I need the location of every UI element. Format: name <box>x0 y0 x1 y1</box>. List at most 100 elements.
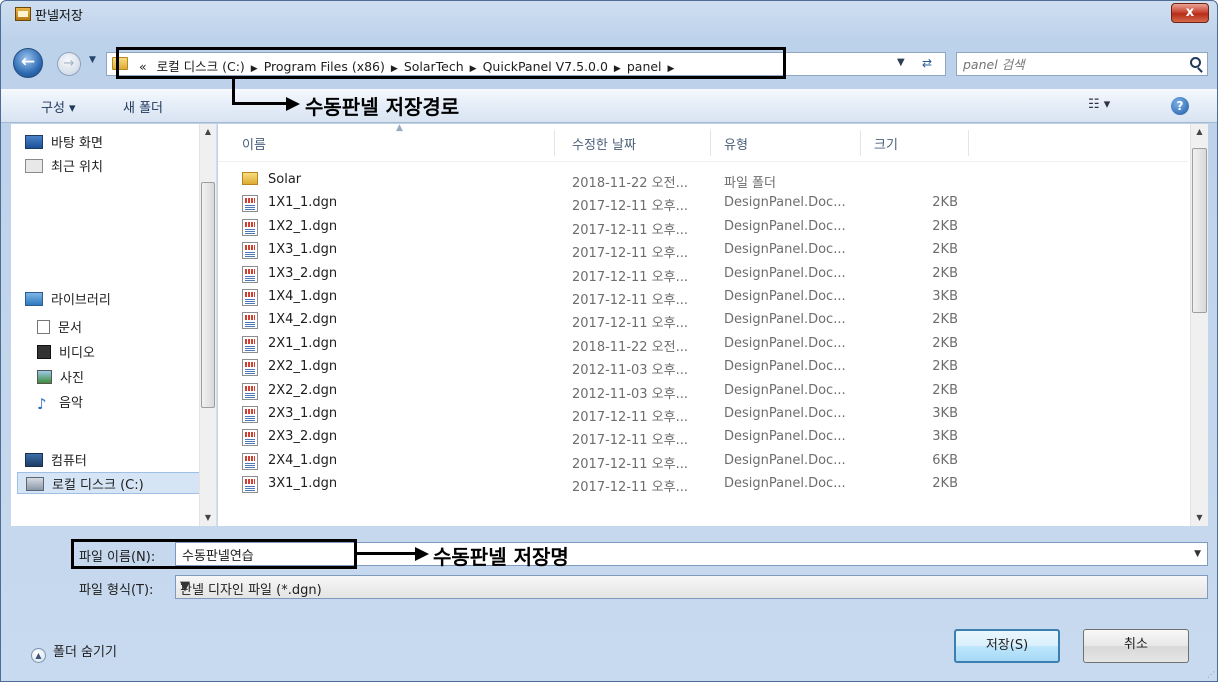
file-list-scroll-thumb[interactable] <box>1192 148 1207 313</box>
dgn-file-icon <box>242 382 258 400</box>
scroll-down-icon[interactable]: ▼ <box>1191 510 1208 526</box>
column-divider[interactable] <box>554 130 555 156</box>
scroll-down-icon[interactable]: ▼ <box>200 510 216 526</box>
video-icon <box>37 345 51 359</box>
table-row[interactable]: 1X4_2.dgn 2017-12-11 오후... DesignPanel.Doc… <box>218 309 1188 332</box>
file-name-cell: 1X3_1.dgn <box>268 242 338 258</box>
column-divider[interactable] <box>968 130 969 156</box>
new-folder-button[interactable]: 새 폴더 <box>123 97 163 116</box>
nav-item-computer[interactable]: 컴퓨터 <box>25 450 87 472</box>
date-modified-cell: 2017-12-11 오후... <box>572 480 688 496</box>
file-size-cell: 6KB <box>932 452 958 468</box>
nav-scrollbar[interactable]: ▲ ▼ <box>199 124 216 526</box>
date-modified-cell: 2017-12-11 오후... <box>572 292 688 308</box>
dgn-file-icon <box>242 195 258 213</box>
table-row[interactable]: 1X3_1.dgn 2017-12-11 오후... DesignPanel.Doc… <box>218 239 1188 262</box>
dgn-file-icon <box>242 312 258 330</box>
table-row[interactable]: 1X4_1.dgn 2017-12-11 오후... DesignPanel.Doc… <box>218 286 1188 309</box>
table-row[interactable]: 2X1_1.dgn 2018-11-22 오전... DesignPanel.Doc… <box>218 333 1188 356</box>
file-type-cell: DesignPanel.Doc... <box>724 452 846 468</box>
nav-item-label: 최근 위치 <box>51 160 103 175</box>
column-header-date[interactable]: 수정한 날짜 <box>572 134 636 153</box>
music-icon: ♪ <box>37 395 47 413</box>
file-name-cell: 2X1_1.dgn <box>268 335 338 351</box>
nav-item-label: 문서 <box>58 321 82 336</box>
table-row[interactable]: Solar 2018-11-22 오전... 파일 폴더 <box>218 169 1188 192</box>
recent-pages-dropdown[interactable]: ▼ <box>89 55 96 65</box>
chevron-down-icon[interactable]: ▼ <box>1194 549 1201 559</box>
column-header-size[interactable]: 크기 <box>874 134 898 153</box>
table-row[interactable]: 2X2_2.dgn 2012-11-03 오후... DesignPanel.Doc… <box>218 380 1188 403</box>
address-dropdown-icon[interactable]: ▼ <box>897 57 905 68</box>
nav-item-local-disk[interactable]: 로컬 디스크 (C:) <box>17 472 203 494</box>
scroll-up-icon[interactable]: ▲ <box>200 124 216 140</box>
table-row[interactable]: 2X3_2.dgn 2017-12-11 오후... DesignPanel.Doc… <box>218 426 1188 449</box>
callout-arrowhead <box>286 97 300 111</box>
file-size-cell: 2KB <box>932 335 958 351</box>
recent-places-icon <box>25 159 43 173</box>
search-icon[interactable] <box>1190 57 1201 68</box>
nav-item-pictures[interactable]: 사진 <box>37 367 84 389</box>
table-row[interactable]: 3X1_1.dgn 2017-12-11 오후... DesignPanel.Doc… <box>218 473 1188 496</box>
search-input[interactable] <box>961 55 1173 73</box>
nav-scroll-thumb[interactable] <box>201 182 215 408</box>
resize-grip-icon[interactable]: ⋰ <box>1207 670 1215 679</box>
search-box[interactable] <box>956 52 1208 76</box>
file-type-cell: DesignPanel.Doc... <box>724 288 846 304</box>
table-row[interactable]: 2X2_1.dgn 2012-11-03 오후... DesignPanel.Doc… <box>218 356 1188 379</box>
scroll-up-icon[interactable]: ▲ <box>1191 124 1208 140</box>
hide-folders-label: 폴더 숨기기 <box>53 645 117 660</box>
file-name-cell: 1X4_1.dgn <box>268 288 338 304</box>
save-button[interactable]: 저장(S) <box>954 629 1060 663</box>
close-button[interactable]: x <box>1171 3 1209 23</box>
nav-item-label: 음악 <box>59 396 83 411</box>
help-icon[interactable]: ? <box>1171 97 1189 115</box>
collapse-up-icon: ▲ <box>31 648 46 663</box>
file-size-cell: 3KB <box>932 405 958 421</box>
view-options-button[interactable]: ☷ ▾ <box>1088 97 1110 112</box>
file-name-cell: 2X4_1.dgn <box>268 452 338 468</box>
refresh-icon[interactable]: ⇄ <box>922 56 932 70</box>
file-type-select[interactable]: 판넬 디자인 파일 (*.dgn) ▼ <box>175 575 1208 599</box>
table-row[interactable]: 1X1_1.dgn 2017-12-11 오후... DesignPanel.Doc… <box>218 192 1188 215</box>
file-size-cell: 2KB <box>932 218 958 234</box>
date-modified-cell: 2018-11-22 오전... <box>572 339 688 355</box>
drive-icon <box>26 477 44 491</box>
table-row[interactable]: 1X2_1.dgn 2017-12-11 오후... DesignPanel.Doc… <box>218 216 1188 239</box>
nav-item-label: 비디오 <box>59 346 95 361</box>
file-name-cell: 2X3_2.dgn <box>268 429 338 445</box>
column-header-type[interactable]: 유형 <box>724 134 748 153</box>
nav-item-libraries[interactable]: 라이브러리 <box>25 289 111 311</box>
nav-item-desktop[interactable]: 바탕 화면 <box>25 132 103 154</box>
organize-button[interactable]: 구성 ▾ <box>41 97 76 116</box>
nav-item-recent-places[interactable]: 최근 위치 <box>25 156 103 178</box>
back-button[interactable]: ← <box>13 48 43 78</box>
dgn-file-icon <box>242 452 258 470</box>
forward-arrow-icon: → <box>63 56 75 71</box>
back-arrow-icon: ← <box>20 52 36 72</box>
dgn-file-icon <box>242 359 258 377</box>
nav-item-music[interactable]: ♪ 음악 <box>37 392 83 414</box>
nav-item-videos[interactable]: 비디오 <box>37 342 95 364</box>
date-modified-cell: 2017-12-11 오후... <box>572 199 688 215</box>
hide-folders-button[interactable]: ▲ 폴더 숨기기 <box>31 641 117 663</box>
file-list-scrollbar[interactable]: ▲ ▼ <box>1190 124 1208 526</box>
file-type-cell: DesignPanel.Doc... <box>724 335 846 351</box>
table-row[interactable]: 2X3_1.dgn 2017-12-11 오후... DesignPanel.Doc… <box>218 403 1188 426</box>
nav-item-documents[interactable]: 문서 <box>37 317 82 339</box>
column-divider[interactable] <box>710 130 711 156</box>
nav-item-label: 사진 <box>60 371 84 386</box>
column-header-name[interactable]: 이름 <box>242 134 266 153</box>
date-modified-cell: 2017-12-11 오후... <box>572 409 688 425</box>
column-divider[interactable] <box>860 130 861 156</box>
date-modified-cell: 2017-12-11 오후... <box>572 246 688 262</box>
file-type-cell: DesignPanel.Doc... <box>724 242 846 258</box>
table-row[interactable]: 1X3_2.dgn 2017-12-11 오후... DesignPanel.Doc… <box>218 263 1188 286</box>
column-header-row: ▲ 이름 수정한 날짜 유형 크기 <box>218 124 1188 162</box>
cancel-button[interactable]: 취소 <box>1083 629 1189 663</box>
table-row[interactable]: 2X4_1.dgn 2017-12-11 오후... DesignPanel.Doc… <box>218 450 1188 473</box>
nav-item-label: 로컬 디스크 (C:) <box>52 478 144 493</box>
file-size-cell: 3KB <box>932 429 958 445</box>
forward-button[interactable]: → <box>57 52 81 76</box>
chevron-down-icon[interactable]: ▼ <box>180 579 1201 594</box>
